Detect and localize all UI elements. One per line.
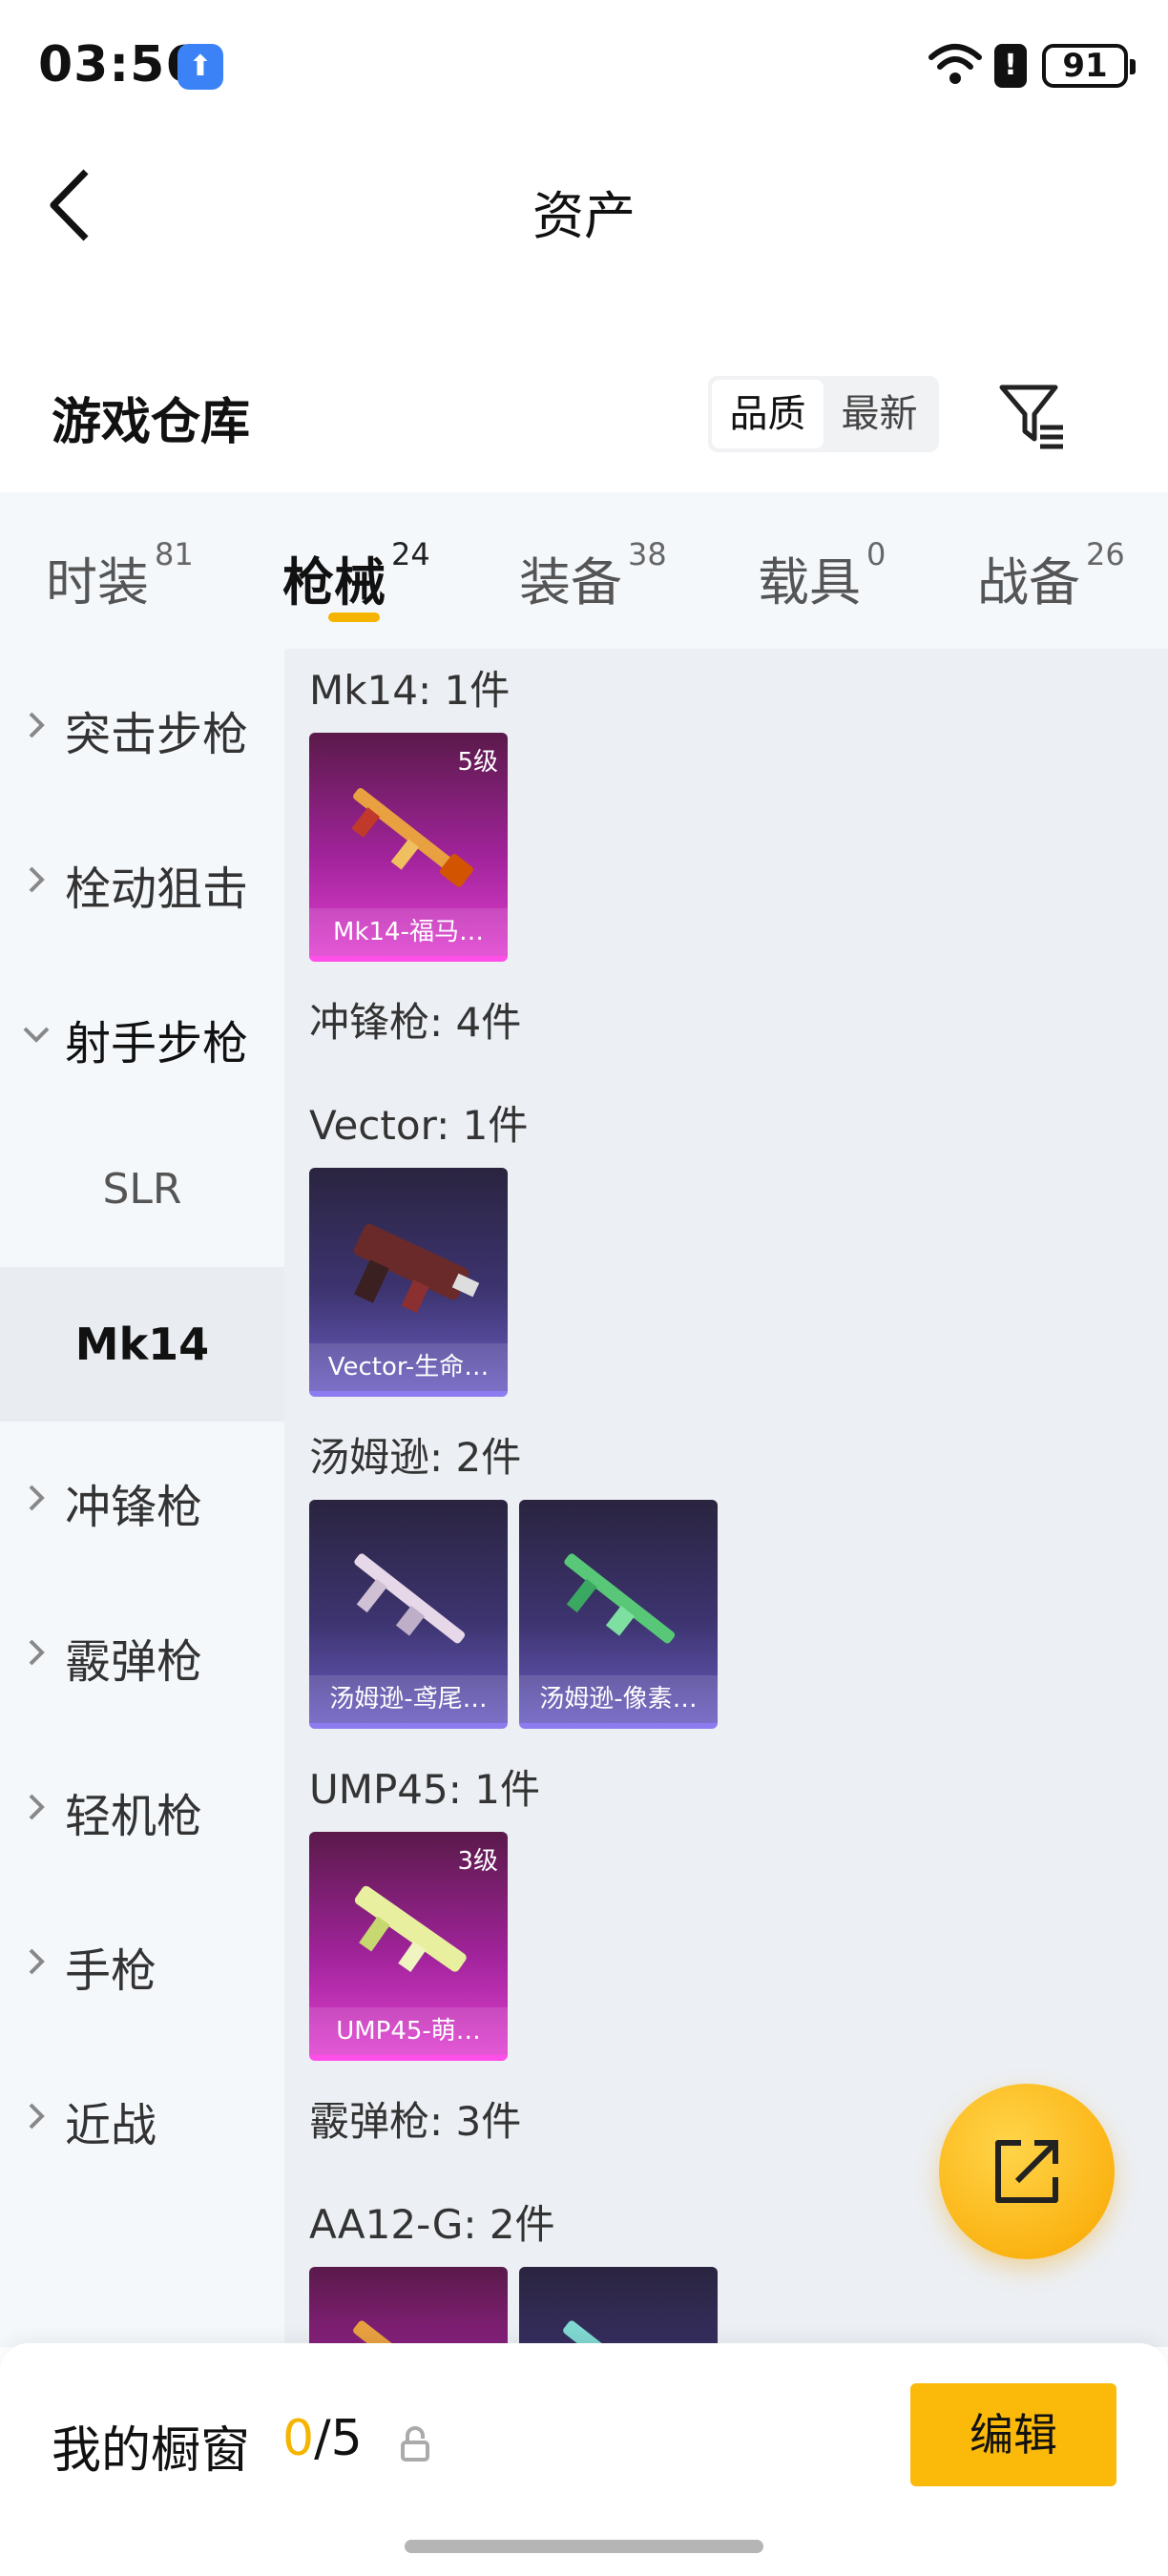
sidebar-item-label: 射手步枪	[65, 1017, 249, 1070]
tab-label: 装备	[519, 552, 622, 613]
sidebar-item-smg[interactable]: 冲锋枪	[0, 1422, 284, 1576]
item-name: 汤姆逊-鸢尾…	[309, 1675, 508, 1723]
upload-arrow-icon: ⬆	[177, 44, 223, 90]
sidebar-item-label: 近战	[65, 2099, 157, 2152]
battery-alert-icon: !	[994, 44, 1027, 88]
sidebar-item-shotgun[interactable]: 霰弹枪	[0, 1576, 284, 1731]
chevron-right-icon	[29, 866, 45, 893]
tab-label: 时装	[46, 552, 149, 613]
status-time: 03:56	[38, 36, 201, 93]
tab-vehicles[interactable]: 载具 0	[758, 536, 886, 615]
item-card[interactable]: 汤姆逊-像素…	[519, 1500, 718, 1729]
chevron-right-icon	[29, 1794, 45, 1820]
sidebar-item-label: 栓动狙击	[65, 862, 249, 916]
tab-label: 载具	[758, 552, 861, 613]
item-name: Mk14-福马…	[309, 908, 508, 956]
home-indicator[interactable]	[405, 2540, 763, 2553]
item-card[interactable]: 汤姆逊-鸢尾…	[309, 1500, 508, 1729]
sidebar-sub-mk14[interactable]: Mk14	[0, 1267, 284, 1422]
chevron-right-icon	[29, 1485, 45, 1511]
share-external-icon	[995, 2140, 1058, 2203]
tab-count: 81	[155, 536, 194, 572]
sort-toggle: 品质 最新	[708, 376, 939, 452]
item-level: 3级	[457, 1847, 498, 1876]
showcase-used: 0	[282, 2410, 315, 2467]
page-title: 资产	[532, 186, 636, 246]
group-label: Vector: 1件	[309, 1102, 529, 1149]
chevron-right-icon	[29, 1639, 45, 1666]
weapon-type-sidebar: 突击步枪 栓动狙击 射手步枪 SLR Mk14 冲锋枪 霰弹枪 轻机枪 手枪 近…	[0, 649, 284, 2347]
tab-label: 枪械	[282, 552, 386, 613]
item-level: 5级	[457, 748, 498, 777]
shotgun-icon	[563, 2320, 676, 2347]
tab-count: 0	[866, 536, 886, 572]
group-label: UMP45: 1件	[309, 1766, 540, 1813]
sidebar-item-dmr[interactable]: 射手步枪	[0, 958, 284, 1112]
sidebar-sub-slr[interactable]: SLR	[0, 1112, 284, 1267]
tab-count: 38	[628, 536, 667, 572]
rifle-icon	[351, 788, 473, 887]
sidebar-item-label: 霰弹枪	[65, 1635, 203, 1689]
tab-count: 26	[1086, 536, 1125, 572]
section-title: 游戏仓库	[52, 394, 251, 451]
tab-equipment[interactable]: 装备 38	[519, 536, 667, 615]
filter-icon[interactable]	[996, 380, 1069, 452]
chevron-down-icon	[23, 1027, 50, 1043]
status-bar: 03:56 ⬆ ! 91	[0, 0, 1168, 134]
tab-label: 战备	[977, 552, 1080, 613]
item-name: Vector-生命…	[309, 1343, 508, 1391]
chevron-right-icon	[29, 2103, 45, 2129]
item-card[interactable]	[519, 2267, 718, 2347]
active-tab-indicator	[328, 613, 380, 622]
wifi-icon	[928, 44, 982, 84]
sidebar-item-label: 轻机枪	[65, 1790, 203, 1843]
sidebar-item-label: 冲锋枪	[65, 1481, 203, 1534]
tab-fashion[interactable]: 时装 81	[46, 536, 194, 615]
sidebar-item-pistol[interactable]: 手枪	[0, 1885, 284, 2040]
chevron-right-icon	[29, 1948, 45, 1975]
group-label: 霰弹枪: 3件	[309, 2098, 522, 2145]
share-button[interactable]	[939, 2084, 1115, 2259]
item-name: 汤姆逊-像素…	[519, 1675, 718, 1723]
item-card[interactable]: 5级 Mk14-福马…	[309, 733, 508, 962]
group-label: Mk14: 1件	[309, 667, 511, 714]
group-label: 汤姆逊: 2件	[309, 1434, 522, 1481]
tab-supplies[interactable]: 战备 26	[977, 536, 1125, 615]
battery-level: 91	[1042, 44, 1136, 88]
group-label: 冲锋枪: 4件	[309, 999, 522, 1046]
smg-icon	[354, 1885, 467, 1972]
sidebar-item-assault-rifle[interactable]: 突击步枪	[0, 649, 284, 803]
item-card[interactable]	[309, 2267, 508, 2347]
sort-newest[interactable]: 最新	[824, 380, 935, 448]
group-label: AA12-G: 2件	[309, 2201, 555, 2248]
sidebar-item-lmg[interactable]: 轻机枪	[0, 1731, 284, 1885]
category-tabs: 时装 81 枪械 24 装备 38 载具 0 战备 26	[0, 492, 1168, 649]
showcase-count: 0/5	[282, 2410, 363, 2467]
sidebar-item-melee[interactable]: 近战	[0, 2040, 284, 2194]
tab-weapons[interactable]: 枪械 24	[282, 536, 430, 615]
lock-icon	[401, 2426, 429, 2462]
sidebar-item-label: 突击步枪	[65, 708, 249, 761]
item-name: UMP45-萌…	[309, 2007, 508, 2055]
sort-quality[interactable]: 品质	[712, 380, 824, 448]
smg-icon	[564, 1553, 676, 1644]
tab-count: 24	[391, 536, 430, 572]
edit-button[interactable]: 编辑	[910, 2383, 1116, 2486]
smg-icon	[353, 1223, 480, 1314]
sidebar-item-label: 手枪	[65, 1944, 157, 1998]
item-card[interactable]: Vector-生命…	[309, 1168, 508, 1397]
showcase-total: /5	[314, 2410, 363, 2467]
sidebar-item-bolt-sniper[interactable]: 栓动狙击	[0, 803, 284, 958]
shotgun-icon	[353, 2320, 466, 2347]
showcase-label: 我的橱窗	[52, 2422, 251, 2480]
item-card[interactable]: 3级 UMP45-萌…	[309, 1832, 508, 2061]
chevron-right-icon	[29, 712, 45, 738]
smg-icon	[354, 1553, 466, 1644]
